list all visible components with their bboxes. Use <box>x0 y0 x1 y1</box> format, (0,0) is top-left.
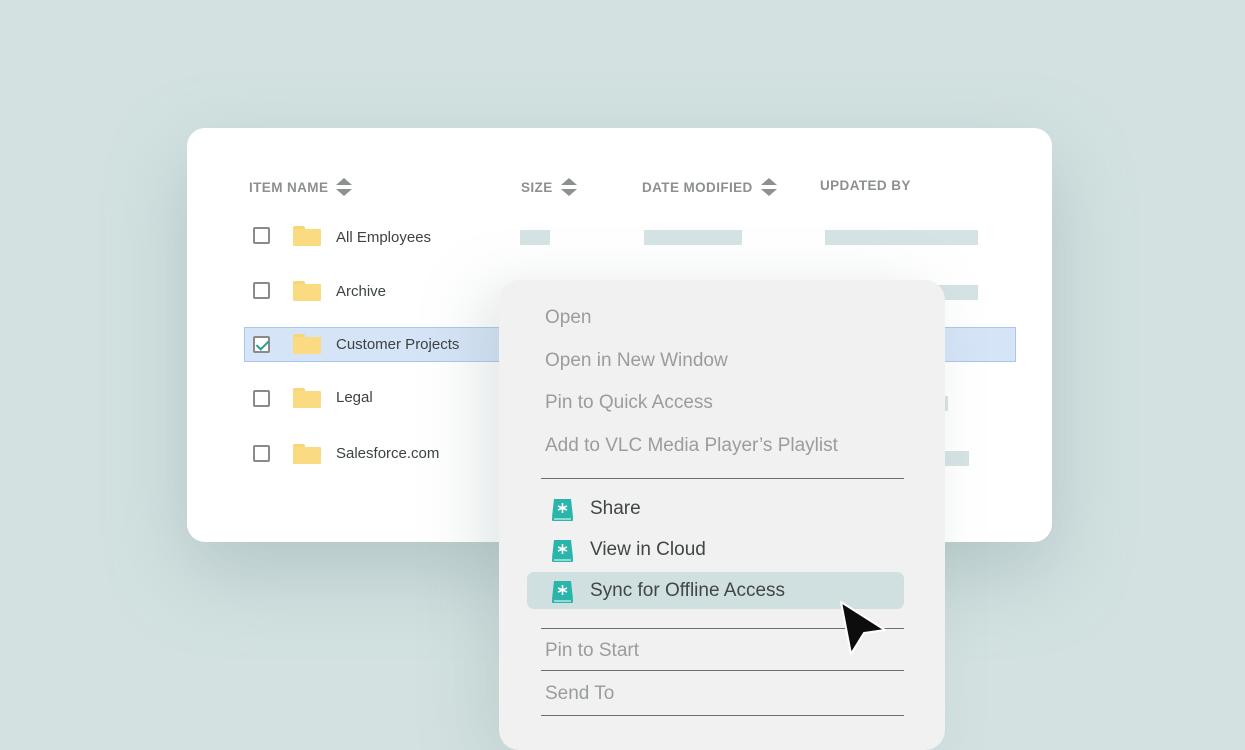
folder-icon <box>293 388 321 408</box>
menu-divider <box>541 670 904 671</box>
menu-item-pin-to-start[interactable]: Pin to Start <box>545 640 639 662</box>
row-checkbox[interactable] <box>253 227 270 244</box>
menu-item-share[interactable]: Share <box>590 498 641 520</box>
column-header-item-name[interactable]: ITEM NAME <box>249 178 353 196</box>
row-checkbox[interactable] <box>253 390 270 407</box>
column-header-label: SIZE <box>521 179 553 195</box>
menu-divider <box>541 478 904 479</box>
row-checkbox[interactable] <box>253 282 270 299</box>
mouse-cursor-icon <box>840 601 886 655</box>
menu-item-open[interactable]: Open <box>545 307 591 329</box>
file-name[interactable]: All Employees <box>336 229 431 246</box>
cloud-sync-app-icon <box>552 540 573 562</box>
folder-icon <box>293 444 321 464</box>
sort-icon[interactable] <box>760 178 777 196</box>
row-checkbox-checked[interactable] <box>253 336 270 353</box>
menu-item-pin-to-quick-access[interactable]: Pin to Quick Access <box>545 392 713 414</box>
sort-icon[interactable] <box>336 178 353 196</box>
column-header-date-modified[interactable]: DATE MODIFIED <box>642 178 777 196</box>
column-header-label: UPDATED BY <box>820 178 911 193</box>
menu-item-send-to[interactable]: Send To <box>545 683 614 705</box>
file-name[interactable]: Archive <box>336 283 386 300</box>
column-header-label: ITEM NAME <box>249 179 329 195</box>
menu-divider <box>541 715 904 716</box>
menu-item-sync-for-offline-access[interactable]: Sync for Offline Access <box>590 580 785 602</box>
menu-item-add-to-vlc-playlist[interactable]: Add to VLC Media Player’s Playlist <box>545 435 838 457</box>
column-header-size[interactable]: SIZE <box>521 178 577 196</box>
folder-icon <box>293 334 321 354</box>
row-checkbox[interactable] <box>253 445 270 462</box>
folder-icon <box>293 226 321 246</box>
sort-icon[interactable] <box>560 178 577 196</box>
menu-item-view-in-cloud[interactable]: View in Cloud <box>590 539 706 561</box>
size-placeholder <box>520 230 550 245</box>
file-name[interactable]: Salesforce.com <box>336 445 439 462</box>
menu-item-open-in-new-window[interactable]: Open in New Window <box>545 350 728 372</box>
cloud-sync-app-icon <box>552 499 573 521</box>
cloud-sync-app-icon <box>552 581 573 603</box>
column-header-updated-by[interactable]: UPDATED BY <box>820 178 911 193</box>
updated-by-placeholder <box>825 230 978 245</box>
file-name[interactable]: Legal <box>336 389 373 406</box>
column-header-label: DATE MODIFIED <box>642 179 753 195</box>
folder-icon <box>293 281 321 301</box>
date-placeholder <box>644 230 742 245</box>
file-name[interactable]: Customer Projects <box>336 336 459 353</box>
